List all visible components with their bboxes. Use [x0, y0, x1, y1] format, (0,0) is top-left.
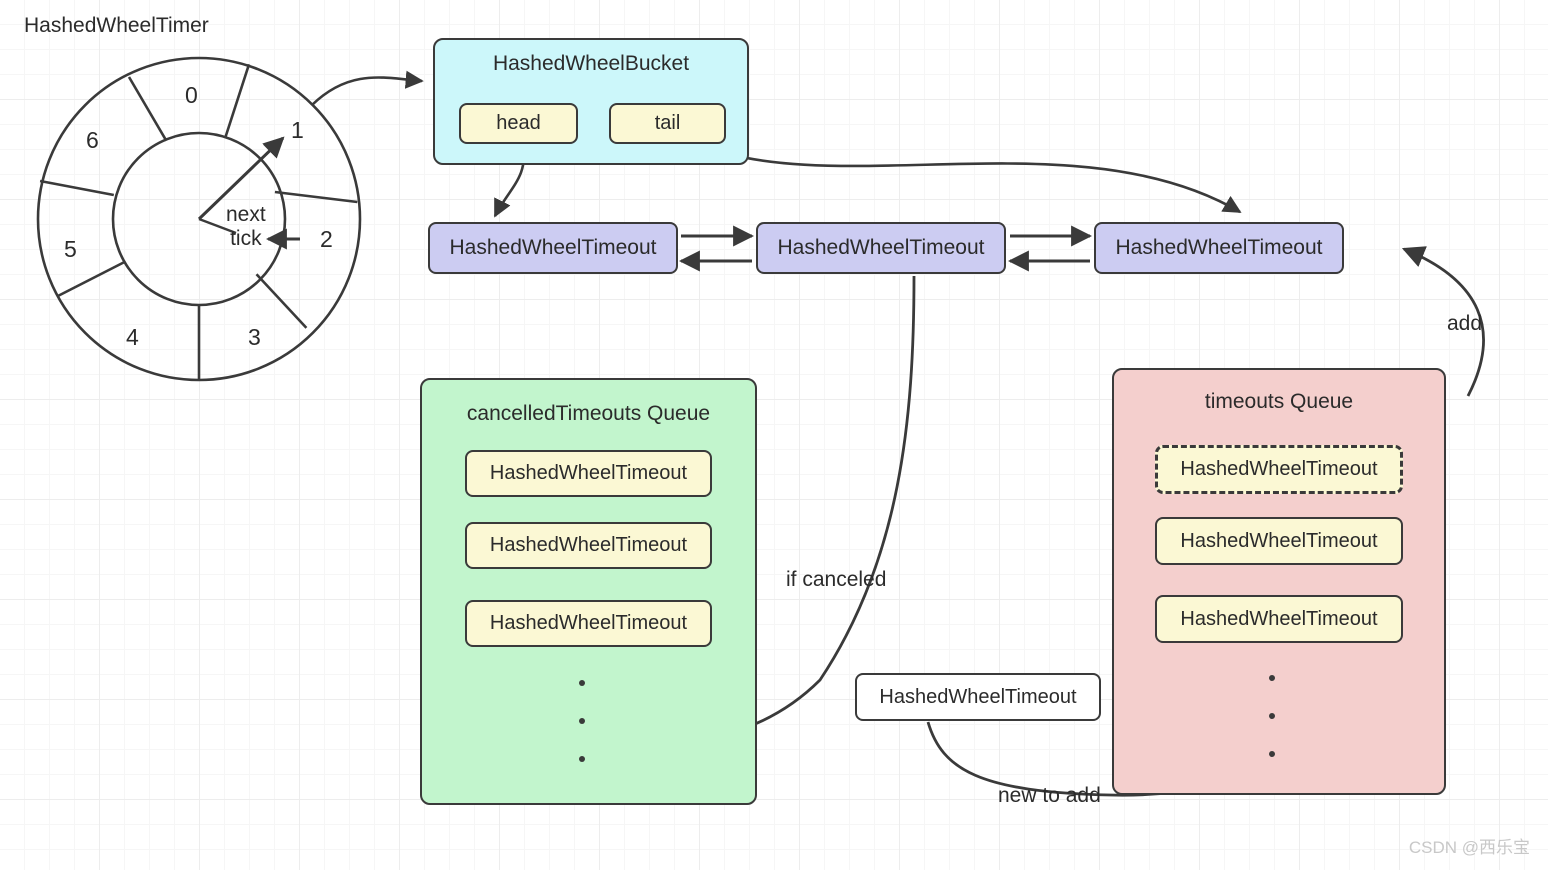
pending-hashed-wheel-timeout-label: HashedWheelTimeout: [879, 685, 1077, 708]
ellipsis-dot: [1269, 751, 1275, 757]
timeouts-queue-ellipsis: [1268, 675, 1276, 757]
timeouts-queue-item-3-label: HashedWheelTimeout: [1180, 607, 1378, 630]
wheel-slot-4-label: 4: [126, 324, 139, 350]
next-tick-line1: next: [226, 203, 266, 226]
timeouts-queue-item-2-label: HashedWheelTimeout: [1180, 529, 1378, 552]
cancelled-timeouts-queue-title: cancelledTimeouts Queue: [466, 402, 711, 425]
bucket-tail-label: tail: [654, 112, 681, 134]
bucket-tail-field[interactable]: tail: [609, 103, 726, 144]
edge-label-add: add: [1447, 312, 1483, 335]
pending-hashed-wheel-timeout[interactable]: HashedWheelTimeout: [855, 673, 1101, 721]
timeouts-queue[interactable]: timeouts Queue: [1112, 368, 1446, 795]
wheel-slot-5-label: 5: [64, 236, 77, 262]
linked-list-node-2-label: HashedWheelTimeout: [777, 236, 985, 259]
bucket-head-label: head: [496, 112, 541, 134]
edge-wheel-to-bucket: [311, 70, 424, 106]
hashed-wheel-bucket[interactable]: HashedWheelBucket: [433, 38, 749, 165]
linked-list-node-3-label: HashedWheelTimeout: [1115, 236, 1323, 259]
wheel-slot-1-label: 1: [291, 117, 304, 143]
cancelled-queue-item-3-label: HashedWheelTimeout: [489, 612, 688, 634]
linked-list-node-1-label: HashedWheelTimeout: [449, 236, 657, 259]
cancelled-queue-item-3[interactable]: HashedWheelTimeout: [465, 600, 712, 647]
ellipsis-dot: [1269, 713, 1275, 719]
cancelled-timeouts-queue[interactable]: cancelledTimeouts Queue: [420, 378, 757, 805]
cancelled-queue-item-1[interactable]: HashedWheelTimeout: [465, 450, 712, 497]
page-title: HashedWheelTimer: [24, 14, 209, 37]
cancelled-queue-item-2[interactable]: HashedWheelTimeout: [465, 522, 712, 569]
ellipsis-dot: [579, 718, 585, 724]
diagram-canvas: HashedWheelTimer 0 1 2 3 4 5 6 next tick…: [0, 0, 1548, 870]
timeouts-queue-item-1[interactable]: HashedWheelTimeout: [1155, 445, 1403, 494]
ellipsis-dot: [1269, 675, 1275, 681]
ellipsis-dot: [579, 680, 585, 686]
wheel-slot-0-label: 0: [185, 82, 198, 108]
watermark: CSDN @西乐宝: [1408, 838, 1530, 857]
next-tick-label: next tick: [226, 203, 266, 250]
edge-tail-to-timeout: [699, 143, 1242, 214]
ellipsis-dot: [579, 756, 585, 762]
cancelled-queue-item-2-label: HashedWheelTimeout: [489, 534, 688, 556]
wheel-slot-2-label: 2: [320, 226, 333, 252]
timeouts-queue-title: timeouts Queue: [1204, 390, 1354, 413]
wheel-slot-3-label: 3: [248, 324, 261, 350]
wheel-slot-6-label: 6: [86, 127, 99, 153]
linked-list-node-2[interactable]: HashedWheelTimeout: [756, 222, 1006, 274]
hashed-wheel-bucket-title: HashedWheelBucket: [492, 52, 690, 75]
timeouts-queue-item-2[interactable]: HashedWheelTimeout: [1155, 517, 1403, 565]
cancelled-queue-ellipsis: [578, 680, 586, 762]
linked-list-node-3[interactable]: HashedWheelTimeout: [1094, 222, 1344, 274]
hashed-wheel-graphic: [36, 56, 362, 382]
edge-label-if-canceled: if canceled: [786, 568, 887, 591]
timeouts-queue-item-1-label: HashedWheelTimeout: [1180, 458, 1378, 480]
linked-list-node-1[interactable]: HashedWheelTimeout: [428, 222, 678, 274]
edge-label-new-to-add: new to add: [998, 784, 1101, 807]
cancelled-queue-item-1-label: HashedWheelTimeout: [489, 462, 688, 484]
next-tick-line2: tick: [230, 226, 262, 250]
bucket-head-field[interactable]: head: [459, 103, 578, 144]
timeouts-queue-item-3[interactable]: HashedWheelTimeout: [1155, 595, 1403, 643]
